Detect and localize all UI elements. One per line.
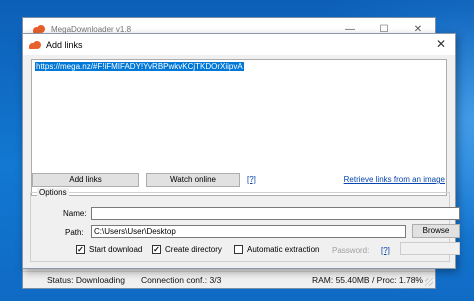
start-download-label: Start download — [89, 245, 143, 254]
dialog-titlebar[interactable]: Add links ✕ — [23, 34, 455, 55]
retrieve-links-link[interactable]: Retrieve links from an image — [344, 175, 445, 184]
automatic-extraction-checkbox[interactable]: Automatic extraction — [234, 245, 319, 254]
help-link[interactable]: [?] — [247, 175, 256, 184]
add-links-button[interactable]: Add links — [32, 173, 139, 187]
browse-button[interactable]: Browse — [412, 224, 460, 238]
create-directory-label: Create directory — [165, 245, 222, 254]
watch-online-button[interactable]: Watch online — [146, 173, 240, 187]
mega-cloud-icon — [33, 25, 45, 33]
mega-cloud-icon — [29, 40, 41, 49]
checkbox-checked-icon: ✓ — [152, 245, 161, 254]
links-text: https://mega.nz/#F!iFMIFADY!YvRBPwkvKCjT… — [35, 62, 244, 71]
dialog-close-button[interactable]: ✕ — [433, 37, 449, 52]
password-input[interactable] — [400, 242, 460, 255]
checkbox-unchecked-icon — [234, 245, 243, 254]
name-input[interactable] — [91, 207, 460, 220]
status-text: Status: Downloading — [47, 275, 125, 285]
path-input[interactable]: C:\Users\User\Desktop — [91, 225, 406, 238]
dialog-title: Add links — [46, 39, 83, 50]
resize-grip-icon[interactable] — [425, 278, 433, 286]
start-download-checkbox[interactable]: ✓ Start download — [76, 245, 142, 254]
status-bar: Status: Downloading Connection conf.: 3/… — [23, 271, 435, 288]
path-label: Path: — [65, 228, 84, 237]
connection-text: Connection conf.: 3/3 — [140, 275, 222, 285]
options-legend: Options — [37, 188, 69, 197]
name-label: Name: — [63, 209, 87, 218]
resources-text: RAM: 55.40MB / Proc: 1.78% — [311, 275, 423, 285]
password-label: Password: — [332, 246, 370, 255]
automatic-extraction-label: Automatic extraction — [247, 245, 320, 254]
add-links-dialog: Add links ✕ https://mega.nz/#F!iFMIFADY!… — [22, 33, 460, 269]
password-help-link[interactable]: [?] — [381, 246, 390, 255]
options-group: Options Name: Path: C:\Users\User\Deskto… — [30, 188, 460, 262]
checkbox-checked-icon: ✓ — [76, 245, 85, 254]
create-directory-checkbox[interactable]: ✓ Create directory — [152, 245, 222, 254]
